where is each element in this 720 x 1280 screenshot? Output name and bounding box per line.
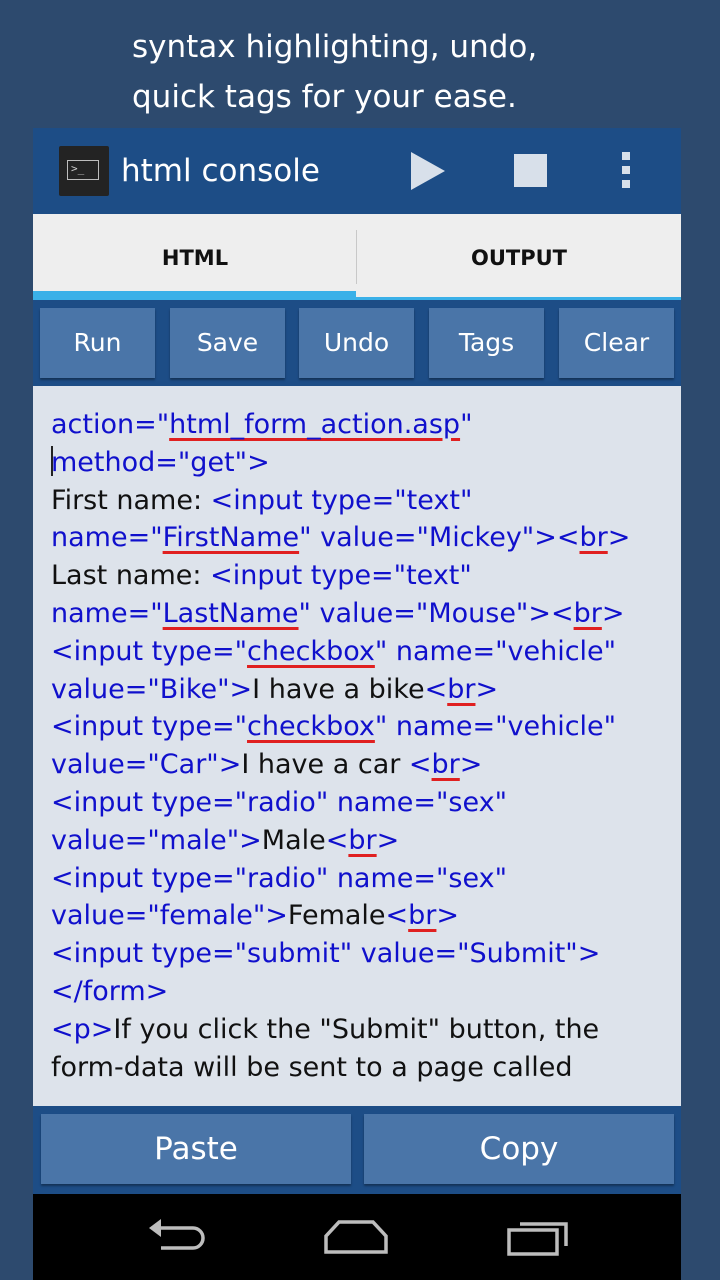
spellcheck-token: br: [579, 522, 608, 554]
code-token: method="get">: [51, 446, 270, 478]
tab-selected-indicator: [33, 291, 356, 300]
promo-caption: syntax highlighting, undo, quick tags fo…: [0, 22, 720, 122]
code-line: value="male">Male<br>: [51, 822, 671, 860]
code-line: <p>If you click the "Submit" button, the: [51, 1011, 671, 1049]
spellcheck-token: html_form_action.asp: [169, 409, 461, 440]
code-token: <input type=": [51, 635, 248, 667]
code-token: >: [436, 900, 460, 932]
tab-output[interactable]: OUTPUT: [357, 214, 681, 300]
code-token: <p>: [51, 1013, 114, 1045]
code-token: value="Bike">: [51, 673, 253, 705]
code-token: >: [459, 749, 483, 781]
terminal-icon: >_: [59, 146, 109, 196]
spellcheck-token: br: [408, 900, 437, 932]
code-token: ": [460, 409, 473, 440]
code-editor[interactable]: action="html_form_action.asp" method="get…: [33, 386, 681, 1106]
system-nav-bar: [33, 1194, 681, 1280]
code-token: <input type="radio" name="sex": [51, 862, 508, 894]
code-line: <input type="radio" name="sex": [51, 784, 671, 822]
tags-button[interactable]: Tags: [429, 308, 544, 378]
code-token: Male: [261, 824, 326, 856]
code-line: value="Bike">I have a bike<br>: [51, 671, 671, 709]
home-icon[interactable]: [323, 1216, 389, 1256]
code-token: I have a car: [241, 749, 409, 781]
code-token: <: [325, 824, 349, 856]
tab-html[interactable]: HTML: [33, 214, 357, 300]
play-icon[interactable]: [411, 152, 445, 190]
code-line: value="Car">I have a car <br>: [51, 746, 671, 784]
spellcheck-token: FirstName: [162, 522, 300, 554]
code-token: <input type="text": [210, 560, 472, 592]
spellcheck-token: checkbox: [247, 635, 375, 667]
code-line: <input type="submit" value="Submit">: [51, 935, 671, 973]
code-token: " value="Mouse"><: [298, 597, 574, 629]
caption-line-1: syntax highlighting, undo,: [132, 29, 538, 65]
code-token: value="male">: [51, 824, 262, 856]
code-token: <input type="submit" value="Submit">: [51, 938, 601, 970]
code-token: form-data will be sent to a page called: [51, 1051, 573, 1083]
app-title: html console: [121, 153, 320, 189]
paste-button[interactable]: Paste: [41, 1114, 351, 1184]
code-token: value="female">: [51, 900, 288, 932]
code-token: I have a bike: [252, 673, 425, 705]
code-token: " value="Mickey"><: [299, 522, 580, 554]
undo-button[interactable]: Undo: [299, 308, 414, 378]
code-token: </form>: [51, 975, 169, 1007]
code-token: Female: [287, 900, 386, 932]
code-token: <: [408, 749, 432, 781]
phone-screen: >_ html console HTML OUTPUT Run Save Und…: [33, 128, 681, 1280]
code-token: " name="vehicle": [374, 635, 617, 667]
spellcheck-token: LastName: [162, 597, 299, 629]
code-token: If you click the "Submit" button, the: [113, 1013, 600, 1045]
copy-button[interactable]: Copy: [364, 1114, 674, 1184]
code-token: <input type="radio" name="sex": [51, 786, 508, 818]
code-token: " name="vehicle": [374, 711, 617, 743]
code-line: <input type="checkbox" name="vehicle": [51, 633, 671, 671]
spellcheck-token: br: [573, 597, 602, 629]
recent-apps-icon[interactable]: [506, 1214, 572, 1258]
save-button[interactable]: Save: [170, 308, 285, 378]
code-line: <input type="radio" name="sex": [51, 860, 671, 898]
code-line: value="female">Female<br>: [51, 897, 671, 935]
code-line: </form>: [51, 973, 671, 1011]
code-token: Last name:: [51, 560, 211, 592]
stop-icon[interactable]: [514, 154, 547, 187]
code-token: >: [601, 597, 625, 629]
more-vert-icon[interactable]: [620, 152, 632, 192]
back-icon[interactable]: [145, 1214, 209, 1258]
code-token: >: [376, 824, 400, 856]
code-token: First name:: [51, 484, 211, 516]
bottom-action-bar: Paste Copy: [33, 1106, 681, 1194]
code-line: Last name: <input type="text": [51, 557, 671, 595]
code-line: First name: <input type="text": [51, 482, 671, 520]
spellcheck-token: br: [447, 673, 476, 705]
quick-toolbar: Run Save Undo Tags Clear: [33, 300, 681, 386]
spellcheck-token: checkbox: [247, 711, 375, 743]
code-line: name="FirstName" value="Mickey"><br>: [51, 519, 671, 557]
code-token: >: [607, 522, 631, 554]
code-token: name=": [51, 522, 163, 554]
app-bar: >_ html console: [33, 128, 681, 214]
tab-bar: HTML OUTPUT: [33, 214, 681, 300]
code-token: <input type=": [51, 711, 248, 743]
clear-button[interactable]: Clear: [559, 308, 674, 378]
code-line: name="LastName" value="Mouse"><br>: [51, 595, 671, 633]
code-line: action="html_form_action.asp": [51, 406, 671, 444]
code-token: <input type="text": [210, 484, 473, 516]
spellcheck-token: br: [431, 749, 460, 781]
code-token: value="Car">: [51, 749, 242, 781]
code-token: <: [424, 673, 448, 705]
code-line: form-data will be sent to a page called: [51, 1049, 671, 1087]
code-token: action=": [51, 409, 170, 440]
run-button[interactable]: Run: [40, 308, 155, 378]
code-token: >: [475, 673, 499, 705]
code-line: method="get">: [51, 444, 671, 482]
code-token: name=": [51, 597, 163, 629]
code-line: <input type="checkbox" name="vehicle": [51, 708, 671, 746]
code-text[interactable]: action="html_form_action.asp" method="get…: [51, 406, 671, 1086]
code-token: <: [385, 900, 409, 932]
caption-line-2: quick tags for your ease.: [132, 79, 517, 115]
spellcheck-token: br: [348, 824, 377, 856]
